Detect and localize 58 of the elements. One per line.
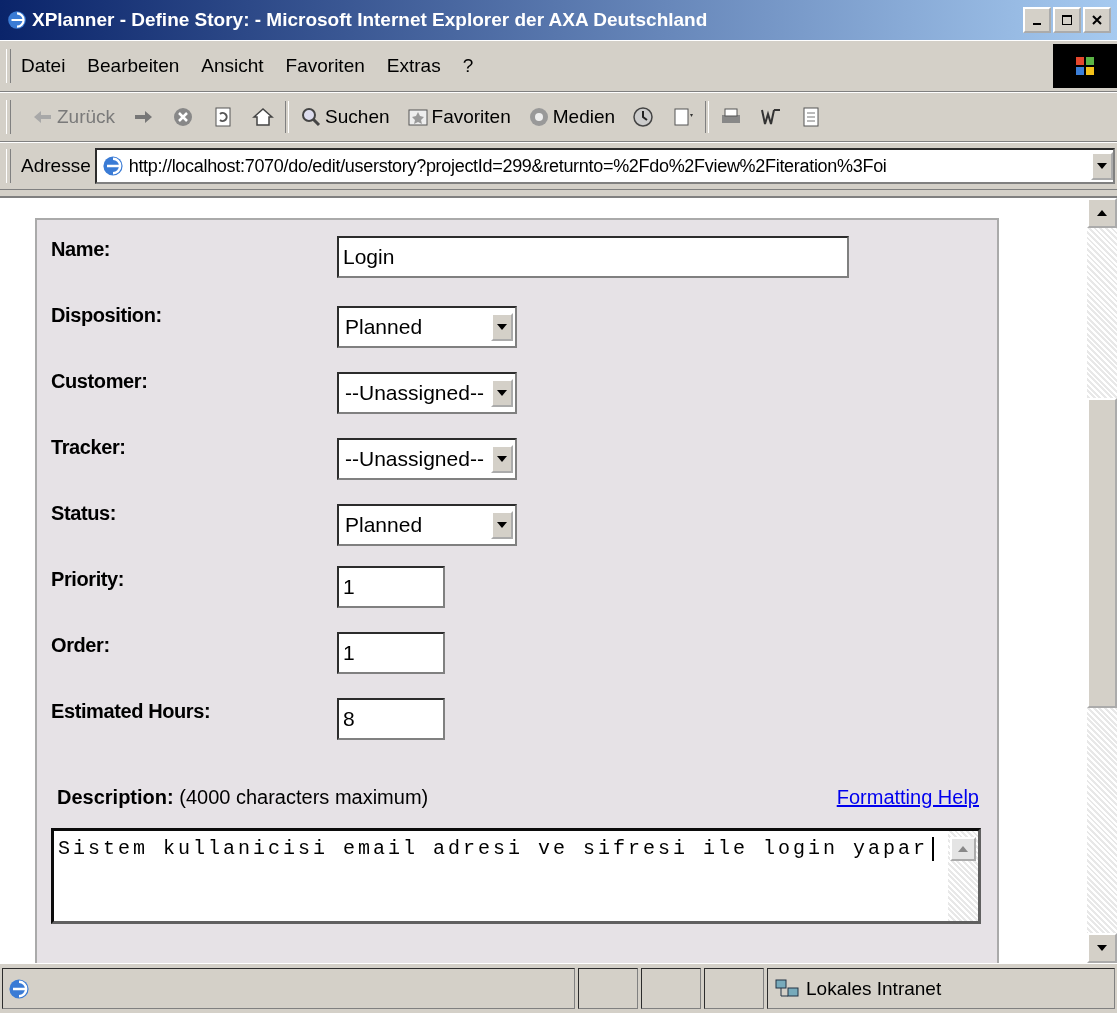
- dropdown[interactable]: --Unassigned--: [337, 438, 517, 480]
- dropdown[interactable]: Planned: [337, 306, 517, 348]
- text-field[interactable]: 1: [337, 566, 445, 608]
- zone-label: Lokales Intranet: [806, 977, 942, 1000]
- maximize-button[interactable]: [1053, 7, 1081, 33]
- home-icon: [251, 105, 276, 129]
- maximize-icon: [1061, 14, 1073, 26]
- dropdown-arrow-icon: [497, 390, 507, 396]
- field-label: Disposition:: [51, 303, 163, 327]
- close-button[interactable]: [1083, 7, 1111, 33]
- menu-item[interactable]: Ansicht: [201, 55, 264, 77]
- dropdown[interactable]: --Unassigned--: [337, 372, 517, 414]
- favorites-button[interactable]: Favoriten: [399, 103, 517, 131]
- text-field[interactable]: Login: [337, 236, 849, 278]
- history-icon: [631, 105, 656, 129]
- scroll-up-arrow-icon: [1097, 210, 1107, 216]
- address-field[interactable]: http://localhost:7070/do/edit/userstory?projectId=299&returnto=%2Fdo%2Fview%2Fiteration%3Foi: [94, 148, 1115, 184]
- description-label: Description: (4000 characters maximum): [57, 785, 429, 809]
- browser-logo-icon: [6, 9, 28, 31]
- media-button[interactable]: Medien: [520, 103, 622, 131]
- description-textarea[interactable]: Sistem kullanicisi email adresi ve sifresi ile login yapar: [51, 828, 981, 924]
- page-icon: [100, 154, 125, 178]
- field-label: Order:: [51, 633, 111, 657]
- window-title: XPlanner - Define Story: - Microsoft Internet Explorer der AXA Deutschland: [32, 9, 709, 31]
- status-panel: [578, 968, 638, 1009]
- windows-logo-icon: [1053, 44, 1117, 88]
- field-label: Status:: [51, 501, 117, 525]
- status-panel: [641, 968, 701, 1009]
- close-icon: [1091, 14, 1103, 26]
- page-icon: [7, 976, 31, 1001]
- dropdown-arrow-icon: [497, 522, 507, 528]
- search-button[interactable]: Suchen: [293, 103, 396, 131]
- text-field[interactable]: 1: [337, 632, 445, 674]
- status-panel: [704, 968, 764, 1009]
- field-label: Tracker:: [51, 435, 127, 459]
- minimize-button[interactable]: [1023, 7, 1051, 33]
- dropdown[interactable]: Planned: [337, 504, 517, 546]
- menu-item[interactable]: Favoriten: [285, 55, 365, 77]
- menu-item[interactable]: Datei: [21, 55, 66, 77]
- menu-item[interactable]: Bearbeiten: [87, 55, 180, 77]
- field-label: Priority:: [51, 567, 126, 591]
- field-label: Name:: [51, 237, 112, 261]
- scrollbar[interactable]: [948, 831, 978, 921]
- address-label: Adresse: [21, 155, 91, 177]
- mail-icon: [671, 105, 696, 129]
- minimize-icon: [1033, 23, 1041, 25]
- field-label: Customer:: [51, 369, 149, 393]
- scroll-down-arrow-icon: [1097, 945, 1107, 951]
- field-label: Estimated Hours:: [51, 699, 212, 723]
- menu-item[interactable]: ?: [462, 55, 474, 77]
- scrollbar[interactable]: [1087, 198, 1117, 963]
- formatting-help-link[interactable]: Formatting Help: [836, 785, 979, 809]
- dropdown-arrow-icon: [1097, 163, 1107, 169]
- dropdown-arrow-icon: [497, 324, 507, 330]
- scroll-up-arrow-icon: [958, 846, 968, 852]
- menu-item[interactable]: Extras: [386, 55, 441, 77]
- text-field[interactable]: 8: [337, 698, 445, 740]
- dropdown-arrow-icon: [497, 456, 507, 462]
